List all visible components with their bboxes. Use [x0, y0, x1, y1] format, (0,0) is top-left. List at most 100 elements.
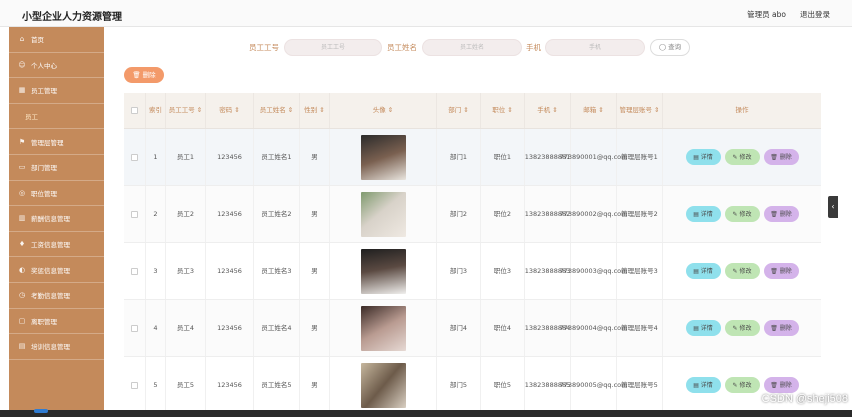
sidebar-item-label: 员工管理 [31, 87, 57, 96]
delete-button[interactable]: 🗑 删除 [763, 320, 799, 336]
detail-button[interactable]: ▤ 详情 [685, 263, 721, 279]
sidebar-item-7[interactable]: ▥ 薪酬信息管理 [9, 206, 104, 232]
sidebar-item-3[interactable]: 员工 [9, 104, 104, 130]
edit-button[interactable]: ✎ 修改 [724, 263, 760, 279]
edit-button[interactable]: ✎ 修改 [724, 320, 760, 336]
search-input-phone[interactable]: 手机 [545, 39, 645, 56]
column-header[interactable]: 头像 ⇕ [330, 93, 437, 128]
search-row: 员工工号 员工工号 员工姓名 员工姓名 手机 手机 ◯ 查询 [104, 39, 836, 57]
cell-idx: 5 [146, 357, 166, 413]
cell-pwd: 123456 [206, 186, 254, 242]
cell-name: 员工姓名2 [254, 186, 300, 242]
row-actions: ▤ 详情 ✎ 修改 🗑 删除 [685, 320, 799, 336]
row-checkbox-cell [124, 186, 146, 242]
delete-button[interactable]: 🗑 删除 [763, 149, 799, 165]
row-checkbox[interactable] [131, 381, 138, 389]
delete-button[interactable]: 🗑 删除 [763, 206, 799, 222]
sidebar-item-label: 薪酬信息管理 [31, 215, 70, 224]
sidebar-item-11[interactable]: ▢ 离职管理 [9, 309, 104, 335]
edit-button[interactable]: ✎ 修改 [724, 149, 760, 165]
scrollbar[interactable] [838, 27, 852, 413]
sidebar-item-label: 培训信息管理 [31, 343, 70, 352]
table-body: 1 员工1 123456 员工姓名1 男部门1 职位1 13823888881 7738900… [124, 129, 821, 414]
column-header: 操作 [735, 106, 749, 114]
table-row: 1 员工1 123456 员工姓名1 男部门1 职位1 13823888881 7738900… [124, 129, 821, 186]
search-label-employee-name: 员工姓名 [387, 43, 417, 52]
sidebar-item-4[interactable]: ⚑ 管理层管理 [9, 129, 104, 155]
home-icon: ⌂ [19, 35, 25, 44]
avatar-cell [330, 186, 437, 242]
search-input-employee-no[interactable]: 员工工号 [284, 39, 382, 56]
column-header[interactable]: 手机 ⇕ [525, 93, 571, 128]
sidebar-item-12[interactable]: ▤ 培训信息管理 [9, 334, 104, 360]
sidebar-item-6[interactable]: ◎ 职位管理 [9, 181, 104, 207]
sidebar-item-5[interactable]: ▭ 部门管理 [9, 155, 104, 181]
select-all-checkbox[interactable] [131, 107, 138, 114]
detail-button[interactable]: ▤ 详情 [685, 320, 721, 336]
sidebar-item-9[interactable]: ◐ 奖惩信息管理 [9, 257, 104, 283]
cell-mgr: 管理层账号1 [617, 129, 663, 185]
avatar [360, 305, 406, 351]
sidebar-item-10[interactable]: ◷ 考勤信息管理 [9, 283, 104, 309]
cell-dept: 部门3 [437, 243, 481, 299]
column-header[interactable]: 部门 ⇕ [437, 93, 481, 128]
row-actions: ▤ 详情 ✎ 修改 🗑 删除 [685, 263, 799, 279]
box-icon: ▢ [18, 316, 26, 325]
cell-mgr: 管理层账号5 [617, 357, 663, 413]
collapse-tab[interactable]: ‹ [828, 196, 838, 218]
employee-table: 索引 员工工号 ⇕ 密码 ⇕ 员工姓名 ⇕ 性别 ⇕ 头像 ⇕ 部门 ⇕ 职位 ⇕ 手机 ⇕ 邮箱… [124, 93, 821, 414]
edit-button[interactable]: ✎ 修改 [724, 206, 760, 222]
actions-cell: ▤ 详情 ✎ 修改 🗑 删除 [663, 129, 821, 185]
avatar [360, 248, 406, 294]
sidebar-item-0[interactable]: ⌂ 首页 [9, 27, 104, 53]
cell-sex: 男 [300, 357, 330, 413]
folder-icon: ▭ [18, 163, 26, 172]
building-icon: ▥ [18, 214, 26, 223]
cell-dept: 部门4 [437, 300, 481, 356]
left-strip [0, 27, 9, 413]
logout-link[interactable]: 退出登录 [800, 9, 830, 20]
cell-name: 员工姓名1 [254, 129, 300, 185]
edit-button[interactable]: ✎ 修改 [724, 377, 760, 393]
column-header[interactable]: 性别 ⇕ [300, 93, 330, 128]
column-header[interactable]: 邮箱 ⇕ [571, 93, 617, 128]
sidebar-item-label: 离职管理 [31, 317, 57, 326]
detail-button[interactable]: ▤ 详情 [685, 377, 721, 393]
search-input-employee-name[interactable]: 员工姓名 [422, 39, 522, 56]
sidebar-item-label: 工资信息管理 [31, 241, 70, 250]
column-header[interactable]: 管理层账号 ⇕ [617, 93, 663, 128]
detail-button[interactable]: ▤ 详情 [685, 149, 721, 165]
delete-button[interactable]: 🗑 删除 [763, 263, 799, 279]
circle-icon: ◎ [18, 188, 26, 197]
cell-email: 773890005@qq.com [560, 357, 627, 413]
cell-dept: 部门2 [437, 186, 481, 242]
cell-idx: 4 [146, 300, 166, 356]
row-checkbox[interactable] [131, 153, 138, 161]
avatar [360, 362, 406, 408]
clock-icon: ◷ [18, 291, 26, 300]
admin-label[interactable]: 管理员 abo [747, 9, 786, 20]
column-header[interactable]: 员工姓名 ⇕ [254, 93, 300, 128]
row-actions: ▤ 详情 ✎ 修改 🗑 删除 [685, 206, 799, 222]
batch-delete-button[interactable]: 🗑 删除 [124, 67, 164, 83]
cell-sex: 男 [300, 129, 330, 185]
sidebar-item-1[interactable]: ☺ 个人中心 [9, 53, 104, 79]
row-checkbox[interactable] [131, 324, 138, 332]
cell-name: 员工姓名4 [254, 300, 300, 356]
cell-pos: 职位3 [481, 243, 525, 299]
cell-no: 员工3 [166, 243, 206, 299]
column-header[interactable]: 密码 ⇕ [206, 93, 254, 128]
sidebar-item-2[interactable]: ▦ 员工管理 [9, 78, 104, 104]
sidebar-item-8[interactable]: ♦ 工资信息管理 [9, 232, 104, 258]
cell-no: 员工1 [166, 129, 206, 185]
delete-button[interactable]: 🗑 删除 [763, 377, 799, 393]
search-button[interactable]: ◯ 查询 [650, 39, 690, 56]
row-checkbox[interactable] [131, 267, 138, 275]
column-header[interactable]: 员工工号 ⇕ [166, 93, 206, 128]
table-row: 2 员工2 123456 员工姓名2 男部门2 职位2 13823888882 7738900… [124, 186, 821, 243]
detail-button[interactable]: ▤ 详情 [685, 206, 721, 222]
row-checkbox[interactable] [131, 210, 138, 218]
column-header[interactable]: 职位 ⇕ [481, 93, 525, 128]
avatar-cell [330, 300, 437, 356]
column-header: 索引 [146, 93, 166, 128]
